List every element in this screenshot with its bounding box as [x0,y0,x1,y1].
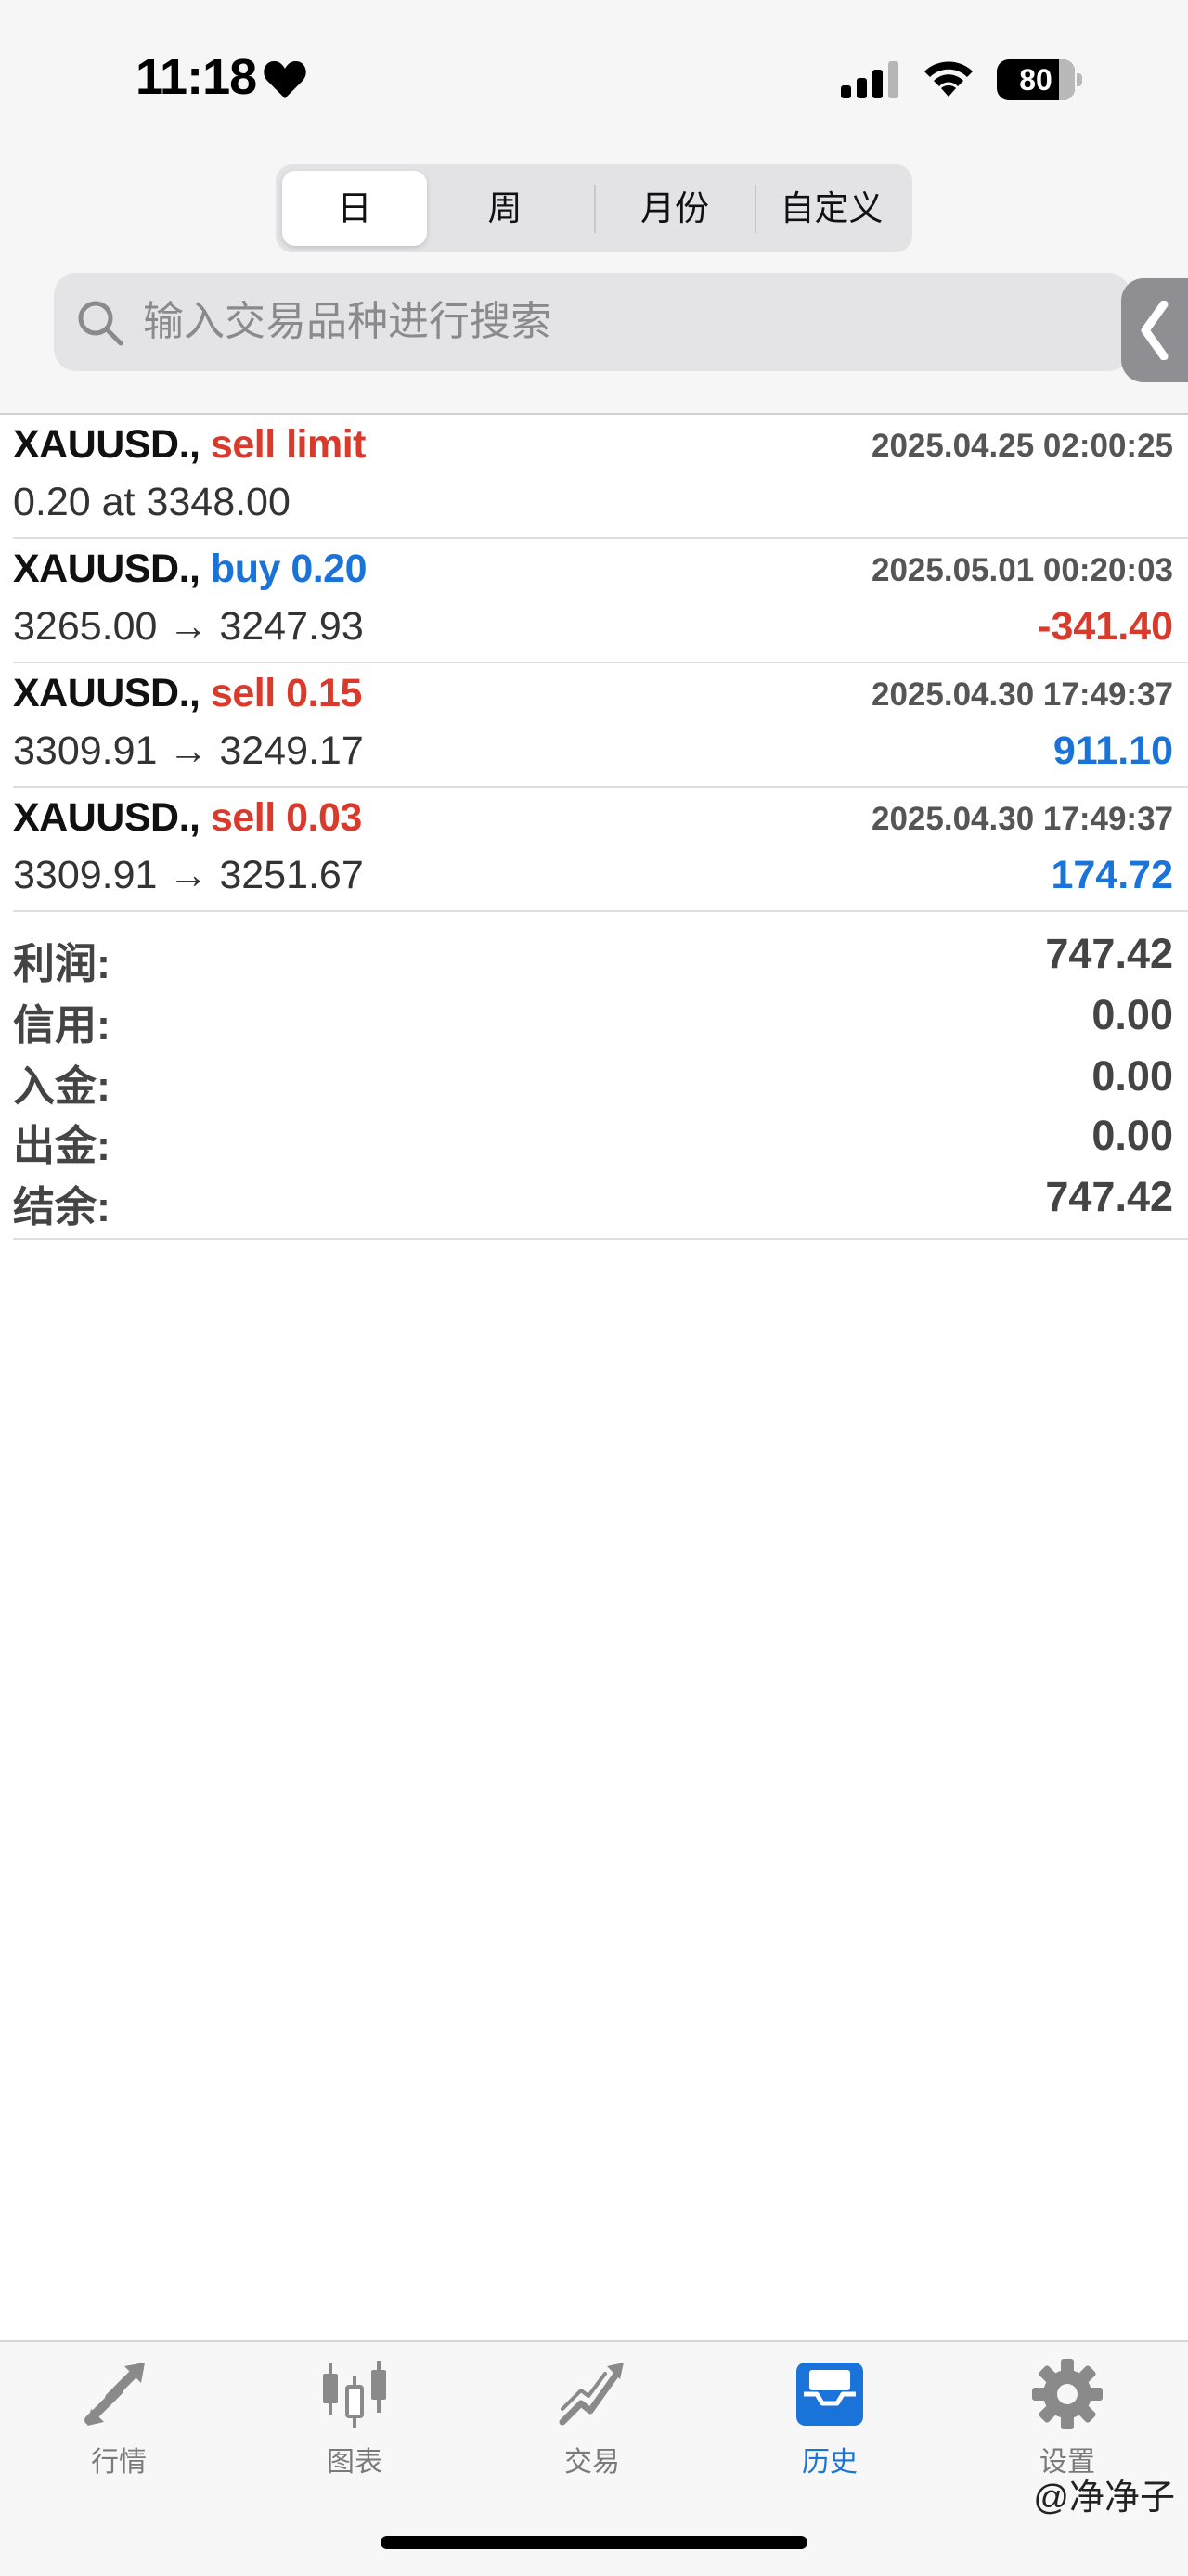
tab-quotes[interactable]: 行情 [35,2357,202,2487]
search-bar[interactable] [54,273,1130,371]
order-row[interactable]: XAUUSD., sell limit 2025.04.25 02:00:25 … [0,415,1188,539]
tab-trade[interactable]: 交易 [509,2357,676,2487]
summary-label: 入金: [13,1063,110,1110]
order-symbol: XAUUSD., [13,795,200,840]
home-indicator[interactable] [381,2536,807,2549]
watermark-text: @净净子 [1033,2479,1175,2518]
order-symbol: XAUUSD., [13,671,200,715]
order-detail: 3309.91 → 3249.17 [13,728,364,773]
order-time: 2025.04.30 17:49:37 [872,801,1173,837]
search-icon [78,301,123,346]
summary-value: 0.00 [1091,1112,1173,1159]
summary-label: 信用: [13,1001,110,1049]
order-title: XAUUSD., sell 0.03 [13,795,362,841]
history-order-list: XAUUSD., sell limit 2025.04.25 02:00:25 … [0,413,1188,912]
history-inbox-icon [796,2363,863,2426]
summary-value: 747.42 [1045,930,1173,977]
tab-history[interactable]: 历史 [746,2357,913,2487]
tab-label: 图表 [327,2447,382,2478]
order-detail: 3309.91 → 3251.67 [13,853,364,897]
summary-row-deposit: 入金: 0.00 [0,1052,1188,1114]
order-profit: 911.10 [1052,728,1173,773]
order-action: sell limit [210,422,367,467]
summary-row-balance: 结余: 747.42 [0,1173,1188,1234]
summary-value: 0.00 [1091,991,1173,1038]
summary-value: 747.42 [1045,1173,1173,1220]
order-action: buy 0.20 [210,547,368,591]
account-summary: 利润: 747.42 信用: 0.00 入金: 0.00 出金: 0.00 结余… [0,909,1188,1242]
candlestick-chart-icon [323,2361,386,2428]
summary-label: 利润: [13,940,110,987]
period-tab-month[interactable]: 月份 [596,171,754,246]
order-profit: -341.40 [1038,604,1173,649]
order-row[interactable]: XAUUSD., buy 0.20 2025.05.01 00:20:03 32… [0,539,1188,663]
order-symbol: XAUUSD., [13,422,200,467]
period-tab-day[interactable]: 日 [282,171,427,246]
trade-trend-icon [559,2363,624,2426]
tab-settings[interactable]: 设置 [984,2357,1151,2487]
heart-icon [264,60,306,98]
summary-row-credit: 信用: 0.00 [0,991,1188,1052]
wifi-icon [924,61,973,97]
summary-row-profit: 利润: 747.42 [0,930,1188,991]
order-profit: 174.72 [1051,853,1173,897]
order-action: sell 0.15 [210,671,362,715]
battery-indicator: 80 [997,59,1082,100]
chevron-left-icon [1141,301,1169,360]
order-row[interactable]: XAUUSD., sell 0.15 2025.04.30 17:49:37 3… [0,663,1188,788]
battery-percent: 80 [1019,63,1052,97]
order-title: XAUUSD., sell limit [13,422,367,468]
summary-divider [13,1238,1188,1240]
tab-charts[interactable]: 图表 [271,2357,438,2487]
order-time: 2025.05.01 00:20:03 [872,552,1173,588]
order-title: XAUUSD., sell 0.15 [13,671,362,716]
summary-value: 0.00 [1091,1052,1173,1100]
summary-row-withdrawal: 出金: 0.00 [0,1112,1188,1173]
summary-label: 出金: [13,1122,110,1169]
order-row[interactable]: XAUUSD., sell 0.03 2025.04.30 17:49:37 3… [0,788,1188,912]
order-time: 2025.04.25 02:00:25 [872,428,1173,464]
side-panel-handle[interactable] [1121,278,1188,382]
order-action: sell 0.03 [210,795,362,840]
quotes-arrows-icon [84,2363,145,2426]
status-time: 11:18 [136,49,257,105]
cellular-signal-icon [841,61,898,98]
search-input[interactable] [143,273,1071,371]
order-detail: 0.20 at 3348.00 [13,480,291,524]
header-area: 11:18 80 日 周 月份 自定义 [0,0,1188,413]
tab-label: 历史 [802,2447,858,2478]
period-tab-week[interactable]: 周 [427,171,583,246]
status-bar: 11:18 80 [0,0,1188,158]
summary-label: 结余: [13,1183,110,1230]
gear-icon [1032,2359,1103,2429]
period-tab-custom[interactable]: 自定义 [756,171,907,246]
tab-label: 行情 [91,2447,147,2478]
order-time: 2025.04.30 17:49:37 [872,676,1173,713]
order-symbol: XAUUSD., [13,547,200,591]
tab-label: 交易 [564,2447,620,2478]
period-segmented-control: 日 周 月份 自定义 [276,164,912,252]
order-title: XAUUSD., buy 0.20 [13,547,368,592]
order-detail: 3265.00 → 3247.93 [13,604,364,649]
